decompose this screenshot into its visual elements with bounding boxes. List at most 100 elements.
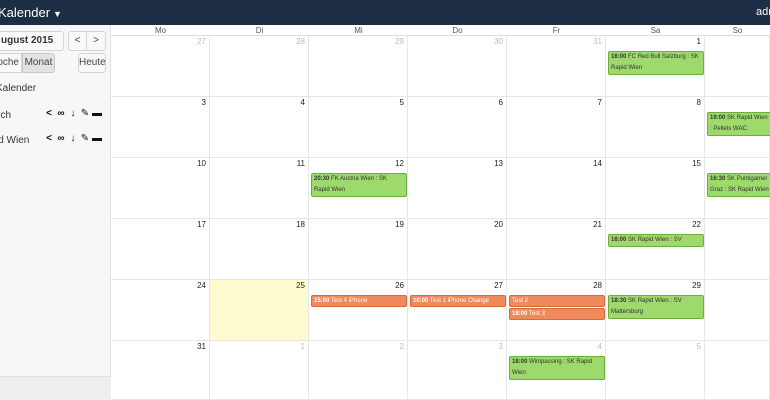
link-icon[interactable]: ∞: [55, 133, 67, 144]
event-time: 16:00: [611, 54, 627, 60]
calendar-event[interactable]: 18:00 Wimpassing : SK Rapid Wien: [509, 356, 605, 380]
day-number: 18: [296, 220, 305, 229]
app-title: Kalender: [0, 5, 51, 20]
day-number: 10: [197, 159, 206, 168]
calendar-event[interactable]: 16:30 SK Puntigamer Graz : SK Rapid Wien: [707, 173, 770, 197]
day-number: 21: [593, 220, 602, 229]
today-button[interactable]: Heute: [78, 53, 106, 73]
day-number: 31: [197, 342, 206, 351]
share-icon[interactable]: <: [43, 133, 55, 144]
day-cell-today[interactable]: 25: [210, 280, 309, 341]
day-cell[interactable]: 11: [210, 158, 309, 219]
day-cell[interactable]: 30: [705, 280, 770, 341]
download-icon[interactable]: ↓: [67, 133, 79, 144]
weekday-header: Sa: [606, 25, 705, 36]
delete-icon[interactable]: ▬: [91, 133, 103, 144]
day-cell[interactable]: 24: [111, 280, 210, 341]
day-cell[interactable]: 19: [309, 219, 408, 280]
edit-icon[interactable]: ✎: [79, 108, 91, 119]
calendar-event[interactable]: 15:00 Test 4 iPhone: [311, 295, 407, 307]
sidebar-footer: [0, 376, 111, 400]
calendar-item[interactable]: id Wien <∞↓✎▬: [0, 133, 111, 149]
next-month-button[interactable]: >: [86, 31, 106, 51]
month-picker-button[interactable]: ugust 2015: [0, 31, 64, 51]
calendar-event[interactable]: 16:00 FC Red Bull Salzburg : SK Rapid Wi…: [608, 51, 704, 75]
day-cell[interactable]: 6: [705, 341, 770, 400]
calendars-header: Kalender: [0, 83, 37, 94]
event-time: 20:30: [314, 176, 330, 182]
calendar-event[interactable]: 18:00 Test 3: [509, 308, 605, 320]
month-calendar: Mo Di Mi Do Fr Sa So 27 28 29 30 31 1 2 …: [111, 25, 770, 400]
day-number: 5: [399, 98, 404, 107]
day-cell[interactable]: 21: [507, 219, 606, 280]
top-bar: Kalender▼ adr: [0, 0, 770, 25]
delete-icon[interactable]: ▬: [91, 108, 103, 119]
weekday-header: Di: [210, 25, 309, 36]
day-cell[interactable]: 7: [507, 97, 606, 158]
event-time: 10:00: [413, 298, 429, 304]
calendar-item[interactable]: lich <∞↓✎▬: [0, 108, 111, 124]
day-number: 14: [593, 159, 602, 168]
day-number: 1: [696, 37, 701, 46]
day-cell[interactable]: 3: [111, 97, 210, 158]
day-cell[interactable]: 22: [606, 219, 705, 280]
day-cell[interactable]: 8: [606, 97, 705, 158]
day-cell[interactable]: 1: [210, 341, 309, 400]
event-title: Test 3: [528, 311, 545, 317]
day-number: 17: [197, 220, 206, 229]
calendar-event[interactable]: 18:30 SK Rapid Wien : SV Mattersburg: [608, 295, 704, 319]
link-icon[interactable]: ∞: [55, 108, 67, 119]
day-number: 7: [597, 98, 602, 107]
day-cell[interactable]: 31: [111, 341, 210, 400]
day-cell[interactable]: 20: [408, 219, 507, 280]
month-view-button[interactable]: Monat: [22, 53, 55, 73]
day-cell[interactable]: 26: [309, 280, 408, 341]
app-menu[interactable]: Kalender ▼: [0, 5, 62, 20]
day-cell[interactable]: 13: [408, 158, 507, 219]
event-title: Test 2: [512, 298, 529, 304]
day-cell[interactable]: 30: [408, 36, 507, 97]
day-number: 5: [696, 342, 701, 351]
week-view-button[interactable]: oche: [0, 53, 22, 73]
day-cell[interactable]: 2: [705, 36, 770, 97]
day-cell[interactable]: 15: [606, 158, 705, 219]
day-cell[interactable]: 10: [111, 158, 210, 219]
day-cell[interactable]: 2: [309, 341, 408, 400]
calendar-event[interactable]: 16:00 SK Rapid Wien : SV Grödig: [608, 234, 704, 247]
day-number: 29: [692, 281, 701, 290]
day-number: 4: [597, 342, 602, 351]
day-cell[interactable]: 14: [507, 158, 606, 219]
day-number: 1: [300, 342, 305, 351]
day-cell[interactable]: 29: [309, 36, 408, 97]
download-icon[interactable]: ↓: [67, 108, 79, 119]
weekday-header: Do: [408, 25, 507, 36]
caret-down-icon: ▼: [53, 9, 62, 19]
calendar-event[interactable]: 19:00 SK Rapid Wien : Pellets WAC: [707, 112, 770, 136]
day-cell[interactable]: 28: [210, 36, 309, 97]
day-cell[interactable]: 18: [210, 219, 309, 280]
event-time: 18:00: [512, 311, 528, 317]
day-cell[interactable]: 6: [408, 97, 507, 158]
weekday-header: Fr: [507, 25, 606, 36]
edit-icon[interactable]: ✎: [79, 133, 91, 144]
day-cell[interactable]: 5: [309, 97, 408, 158]
day-cell[interactable]: 31: [507, 36, 606, 97]
calendar-event[interactable]: 10:00 Test 1 iPhone Change: [410, 295, 506, 307]
event-time: 16:00: [611, 237, 627, 243]
prev-month-button[interactable]: <: [68, 31, 87, 51]
calendar-name: lich: [0, 110, 12, 121]
day-cell[interactable]: 27: [408, 280, 507, 341]
calendar-event[interactable]: 20:30 FK Austria Wien : SK Rapid Wien: [311, 173, 407, 197]
event-title: Test 1 iPhone Change: [429, 298, 489, 304]
sidebar: ugust 2015 < > oche Monat Heute Kalender…: [0, 25, 111, 400]
user-menu[interactable]: adr: [756, 6, 770, 18]
day-cell[interactable]: 27: [111, 36, 210, 97]
share-icon[interactable]: <: [43, 108, 55, 119]
calendar-event[interactable]: Test 2: [509, 295, 605, 307]
day-cell[interactable]: 4: [210, 97, 309, 158]
day-cell[interactable]: 23: [705, 219, 770, 280]
day-number: 27: [197, 37, 206, 46]
day-cell[interactable]: 5: [606, 341, 705, 400]
day-cell[interactable]: 3: [408, 341, 507, 400]
day-cell[interactable]: 17: [111, 219, 210, 280]
